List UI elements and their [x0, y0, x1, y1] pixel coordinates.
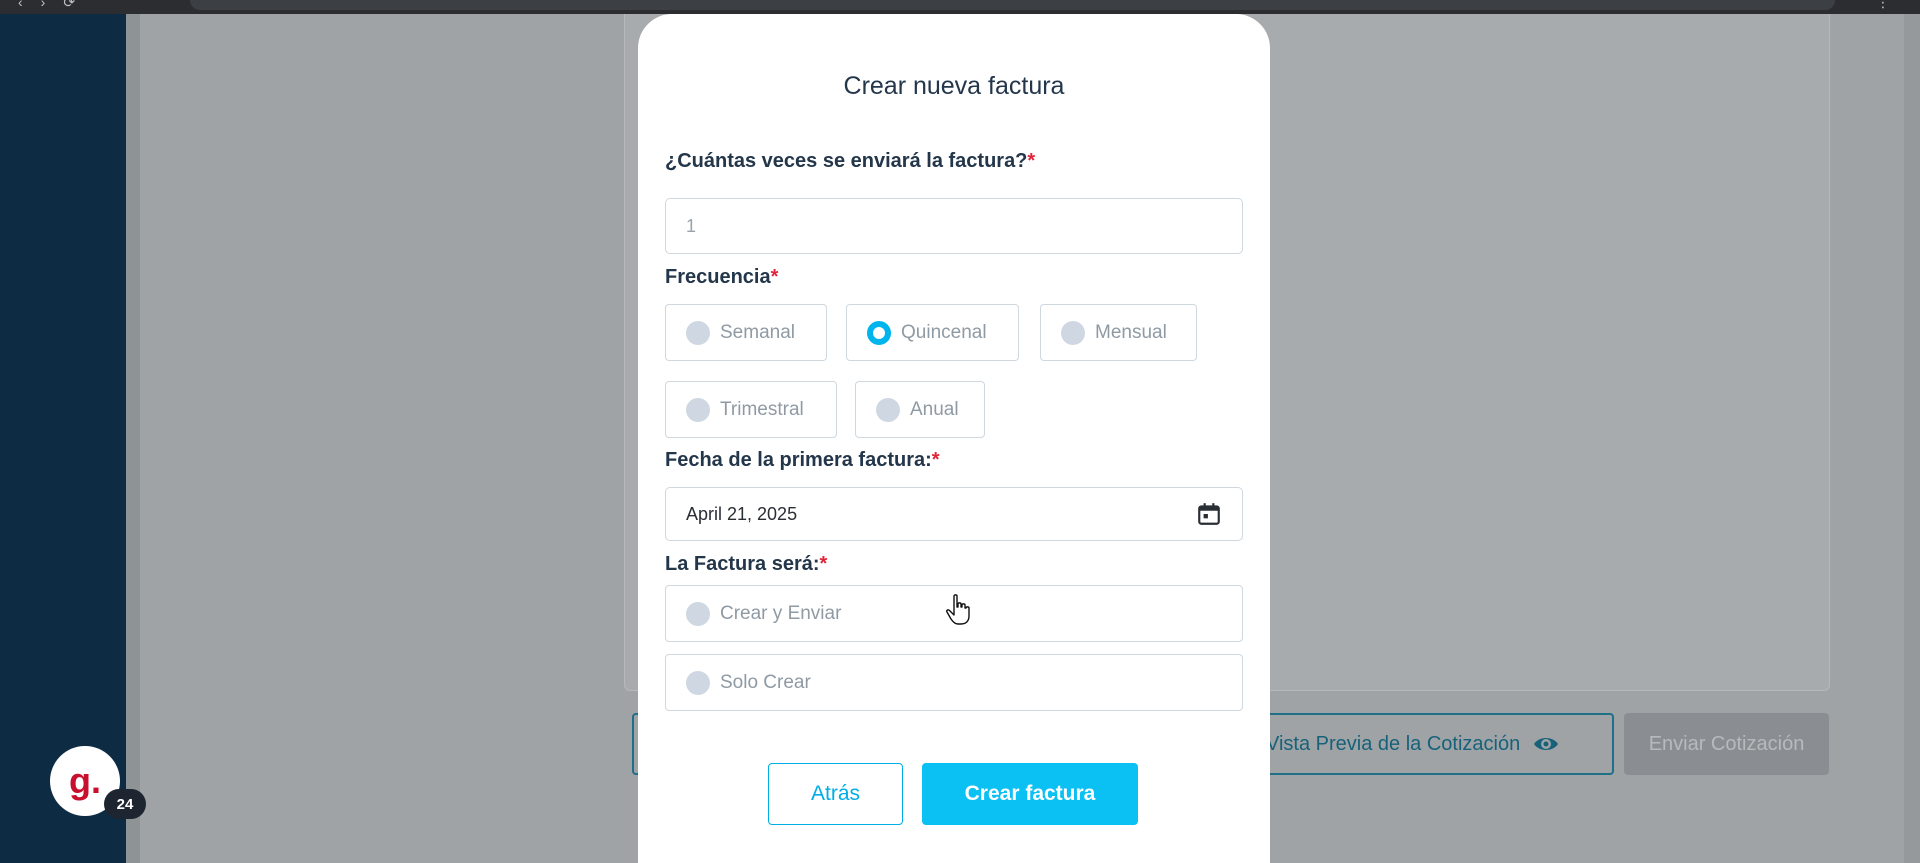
create-invoice-button-label: Crear factura [964, 782, 1096, 805]
page-scrollbar[interactable] [1904, 14, 1920, 863]
create-invoice-modal: Crear nueva factura ¿Cuántas veces se en… [638, 14, 1270, 863]
frequency-option-quincenal[interactable]: Quincenal [846, 304, 1019, 361]
back-button-label: Atrás [810, 782, 860, 805]
app-sidebar [0, 14, 126, 863]
frequency-label-text: Frecuencia [665, 266, 771, 288]
radio-unchecked-icon [1061, 320, 1085, 345]
radio-unchecked-icon [686, 320, 710, 345]
quote-preview-button: Vista Previa de la Cotización [1252, 713, 1614, 775]
radio-unchecked-icon [876, 397, 900, 422]
quote-preview-label: Vista Previa de la Cotización [1266, 732, 1521, 755]
invoice-mode-label-text: La Factura será: [665, 553, 820, 575]
frequency-option-label: Anual [910, 398, 959, 420]
times-field-label: ¿Cuántas veces se enviará la factura?* [665, 150, 1035, 173]
sidebar-divider [126, 14, 140, 863]
browser-extension-icon[interactable]: ⋮ [1876, 0, 1890, 11]
browser-toolbar: ‹›⟳ ⋮ [0, 0, 1920, 14]
radio-unchecked-icon [686, 397, 710, 422]
notification-count-badge: 24 [104, 789, 146, 819]
back-button[interactable]: Atrás [768, 763, 903, 825]
invoice-mode-label: La Factura será:* [665, 553, 827, 576]
frequency-option-semanal[interactable]: Semanal [665, 304, 827, 361]
first-date-value: April 21, 2025 [686, 503, 798, 524]
frequency-option-anual[interactable]: Anual [855, 381, 985, 438]
invoice-mode-create-only[interactable]: Solo Crear [665, 654, 1243, 711]
browser-address-bar[interactable] [190, 0, 1835, 10]
radio-unchecked-icon [686, 670, 710, 695]
eye-icon [1534, 738, 1559, 750]
send-quote-label: Enviar Cotización [1648, 732, 1805, 755]
notification-count: 24 [116, 795, 134, 813]
frequency-option-mensual[interactable]: Mensual [1040, 304, 1197, 361]
required-mark: * [819, 553, 828, 575]
support-widget-logo-text: g. [69, 760, 101, 801]
send-quote-button: Enviar Cotización [1624, 713, 1829, 775]
required-mark: * [770, 266, 779, 288]
create-invoice-button[interactable]: Crear factura [922, 763, 1138, 825]
first-date-label-text: Fecha de la primera factura: [665, 449, 932, 471]
times-field-label-text: ¿Cuántas veces se enviará la factura? [665, 150, 1028, 172]
hand-cursor-icon [946, 594, 970, 625]
radio-unchecked-icon [686, 601, 710, 626]
frequency-option-label: Semanal [720, 321, 795, 343]
frequency-option-label: Mensual [1095, 321, 1167, 343]
browser-nav-icons[interactable]: ‹›⟳ [18, 0, 93, 11]
invoice-mode-option-label: Solo Crear [720, 671, 811, 693]
frequency-option-label: Quincenal [901, 321, 987, 343]
required-mark: * [931, 449, 940, 471]
times-input-value: 1 [686, 215, 697, 236]
times-input[interactable]: 1 [665, 198, 1243, 254]
frequency-label: Frecuencia* [665, 266, 778, 289]
first-date-input[interactable]: April 21, 2025 [665, 487, 1243, 541]
required-mark: * [1027, 150, 1036, 172]
frequency-option-trimestral[interactable]: Trimestral [665, 381, 837, 438]
radio-checked-icon [867, 320, 891, 345]
modal-title: Crear nueva factura [843, 72, 1065, 100]
first-date-label: Fecha de la primera factura:* [665, 449, 940, 472]
frequency-option-label: Trimestral [720, 398, 804, 420]
invoice-mode-option-label: Crear y Enviar [720, 602, 842, 624]
calendar-icon[interactable] [1196, 501, 1222, 527]
